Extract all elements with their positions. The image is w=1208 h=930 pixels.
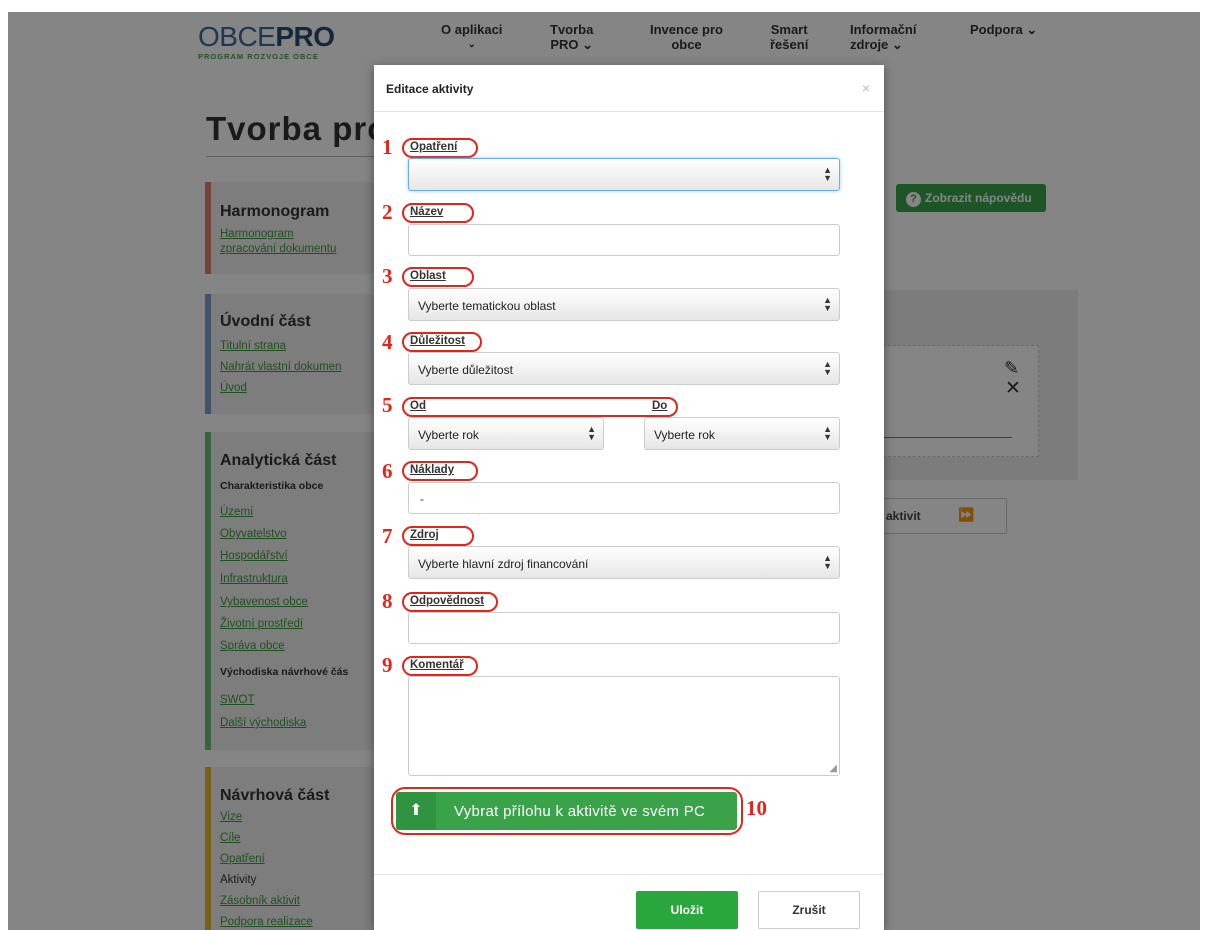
select-arrows-icon: ▲ ▼: [587, 424, 596, 442]
label-oblast: Oblast: [410, 270, 446, 282]
page: OBCEPRO PROGRAM ROZVOJE OBCE O aplikaci …: [8, 12, 1200, 930]
label-komentar: Komentář: [410, 659, 464, 671]
annotation-number-10: 10: [746, 796, 767, 820]
label-do: Do: [652, 400, 668, 412]
dialog-title: Editace aktivity: [386, 82, 474, 96]
annotation-number-9: 9: [382, 653, 393, 677]
save-button[interactable]: Uložit: [636, 891, 738, 929]
select-arrows-icon: ▲ ▼: [823, 359, 832, 377]
naklady-input[interactable]: -: [408, 482, 840, 514]
cancel-button[interactable]: Zrušit: [758, 891, 860, 929]
upload-button-label: Vybrat přílohu k aktivitě ve svém PC: [454, 803, 706, 820]
resize-grip-icon[interactable]: ◢: [829, 763, 837, 774]
annotation-number-5: 5: [382, 393, 393, 417]
opatreni-select[interactable]: ▲ ▼: [408, 158, 840, 191]
label-opatreni: Opatření: [410, 141, 458, 153]
zdroj-select[interactable]: Vyberte hlavní zdroj financování ▲ ▼: [408, 546, 840, 579]
label-dulezitost: Důležitost: [410, 335, 465, 347]
select-arrows-icon: ▲ ▼: [823, 295, 832, 313]
label-zdroj: Zdroj: [410, 529, 439, 541]
do-value: Vyberte rok: [654, 428, 715, 442]
close-icon[interactable]: ×: [862, 80, 870, 96]
upload-icon: ⬆: [396, 792, 436, 830]
label-od: Od: [410, 400, 426, 412]
annotation-number-7: 7: [382, 524, 393, 548]
annotation-number-2: 2: [382, 200, 393, 224]
odpovednost-input[interactable]: [408, 612, 840, 644]
komentar-textarea[interactable]: ◢: [408, 676, 840, 776]
dulezitost-select[interactable]: Vyberte důležitost ▲ ▼: [408, 352, 840, 385]
label-odpovednost: Odpovědnost: [410, 595, 485, 607]
annotation-oval-5: [402, 397, 678, 417]
zdroj-value: Vyberte hlavní zdroj financování: [418, 557, 589, 571]
upload-attachment-button[interactable]: ⬆ Vybrat přílohu k aktivitě ve svém PC: [396, 792, 737, 830]
select-arrows-icon: ▲ ▼: [823, 553, 832, 571]
label-nazev: Název: [410, 206, 444, 218]
annotation-number-8: 8: [382, 589, 393, 613]
od-year-select[interactable]: Vyberte rok ▲ ▼: [408, 417, 604, 450]
annotation-number-6: 6: [382, 459, 393, 483]
select-arrows-icon: ▲ ▼: [823, 424, 832, 442]
oblast-value: Vyberte tematickou oblast: [418, 299, 556, 313]
label-naklady: Náklady: [410, 464, 455, 476]
od-value: Vyberte rok: [418, 428, 479, 442]
annotation-number-1: 1: [382, 135, 393, 159]
nazev-input[interactable]: [408, 224, 840, 256]
dulezitost-value: Vyberte důležitost: [418, 363, 513, 377]
edit-activity-dialog: Editace aktivity × 1 Opatření ▲ ▼ 2 Název…: [374, 65, 884, 930]
select-arrows-icon: ▲ ▼: [823, 165, 832, 183]
do-year-select[interactable]: Vyberte rok ▲ ▼: [644, 417, 840, 450]
dialog-footer-divider: [374, 874, 884, 875]
naklady-value: -: [420, 492, 424, 506]
dialog-header: Editace aktivity ×: [374, 65, 884, 112]
oblast-select[interactable]: Vyberte tematickou oblast ▲ ▼: [408, 288, 840, 321]
annotation-number-4: 4: [382, 330, 393, 354]
annotation-number-3: 3: [382, 264, 393, 288]
